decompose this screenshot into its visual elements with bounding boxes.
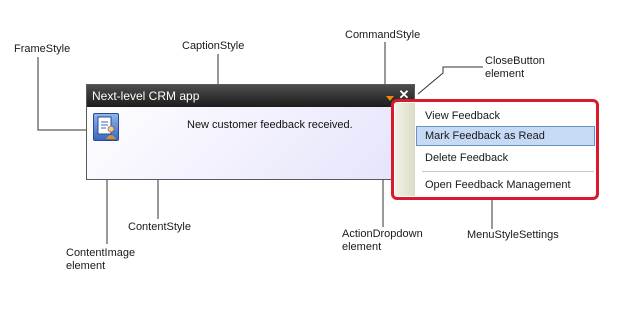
alert-content-text: New customer feedback received.	[187, 119, 353, 131]
menu-image-strip	[395, 103, 415, 196]
menu-item-mark-feedback-read[interactable]: Mark Feedback as Read	[416, 126, 595, 146]
menu-separator	[422, 171, 594, 172]
alert-caption: Next-level CRM app ✕	[87, 85, 414, 107]
callout-content-image: ContentImage element	[66, 247, 136, 272]
feedback-document-icon	[97, 116, 116, 139]
alert-window: Next-level CRM app ✕ New customer feedba…	[86, 84, 415, 180]
alert-title: Next-level CRM app	[92, 89, 200, 103]
action-menu: View Feedback Mark Feedback as Read Dele…	[391, 99, 599, 200]
menu-item-open-feedback-management[interactable]: Open Feedback Management	[416, 175, 595, 195]
frame-style-leader	[37, 57, 90, 131]
callout-caption-style: CaptionStyle	[182, 40, 245, 52]
menu-item-delete-feedback[interactable]: Delete Feedback	[416, 148, 595, 168]
callout-action-dropdown: ActionDropdown element	[342, 228, 423, 253]
close-button-leader	[417, 66, 483, 95]
content-image	[93, 113, 119, 141]
callout-menu-style-settings: MenuStyleSettings	[467, 229, 559, 241]
callout-close-button: CloseButton element	[485, 55, 545, 80]
callout-frame-style: FrameStyle	[14, 43, 71, 55]
menu-item-view-feedback[interactable]: View Feedback	[416, 106, 595, 126]
callout-content-style: ContentStyle	[128, 221, 191, 233]
callout-command-style: CommandStyle	[345, 29, 421, 41]
